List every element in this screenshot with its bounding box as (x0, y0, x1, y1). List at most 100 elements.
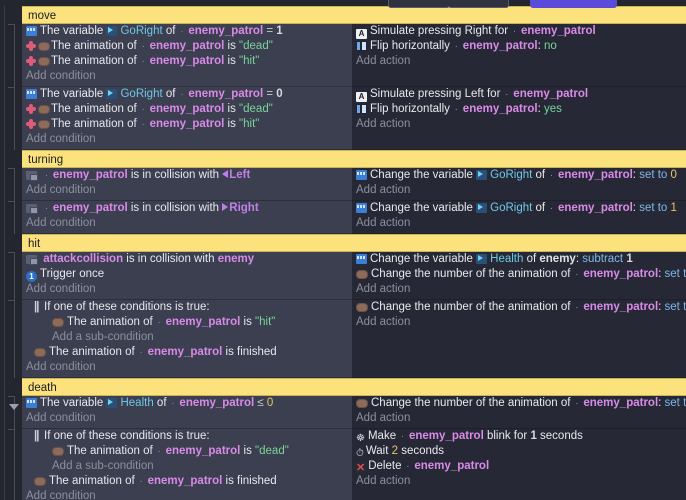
conditions-column[interactable]: · enemy_patrol is in collision with Righ… (22, 201, 352, 234)
gutter-rail (14, 429, 15, 500)
add-condition-button[interactable]: Add condition (22, 360, 352, 375)
conditions-column[interactable]: The variable Health of · enemy_patrol ≤ … (22, 396, 352, 429)
text-fragment: 0 (276, 88, 283, 100)
action-line[interactable]: Flip horizontally · enemy_patrol: yes (352, 102, 686, 117)
animation-icon (34, 348, 46, 357)
conditions-column[interactable]: The variable GoRight of · enemy_patrol =… (22, 24, 352, 87)
group-header-hit[interactable]: hit (22, 234, 686, 252)
add-condition-button[interactable]: Add condition (22, 132, 352, 147)
toolbar-button-a[interactable] (388, 0, 450, 8)
condition-line[interactable]: The animation of · enemy_patrol is "hit" (22, 54, 352, 69)
actions-column[interactable]: Change the variable Health of enemy: sub… (352, 252, 686, 300)
action-line[interactable]: Change the variable GoRight of · enemy_p… (352, 168, 686, 183)
condition-line[interactable]: The variable GoRight of · enemy_patrol =… (22, 24, 352, 39)
add-sub-condition-button[interactable]: Add a sub-condition (22, 459, 352, 474)
variable-icon (356, 170, 367, 180)
text-fragment: GoRight (490, 202, 533, 214)
action-line[interactable]: ✕ Delete · enemy_patrol (352, 459, 686, 474)
actions-column[interactable]: Change the number of the animation of · … (352, 300, 686, 378)
sub-condition-line[interactable]: The animation of · enemy_patrol is "dead… (22, 444, 352, 459)
add-condition-button[interactable]: Add condition (22, 489, 352, 500)
text-fragment: Delete (368, 460, 402, 472)
conditions-column[interactable]: || If one of these conditions is true: The… (22, 300, 352, 378)
add-action-button[interactable]: Add action (352, 282, 686, 297)
text-fragment: The variable (40, 88, 107, 100)
add-action-button[interactable]: Add action (352, 183, 686, 198)
text-fragment: GoRight (120, 88, 163, 100)
condition-line[interactable]: The animation of · enemy_patrol is finis… (22, 474, 352, 489)
add-action-button[interactable]: Add action (352, 411, 686, 426)
actions-column[interactable]: ☸ Make · enemy_patrol blink for 1 seconds… (352, 429, 686, 500)
actions-column[interactable]: A Simulate pressing Left for · enemy_patr… (352, 87, 686, 150)
condition-line[interactable]: attackcollision is in collision with ene… (22, 252, 352, 267)
text-fragment: · (136, 347, 146, 358)
condition-line[interactable]: The animation of · enemy_patrol is "dead… (22, 39, 352, 54)
text-fragment: of (162, 25, 176, 37)
conditions-column[interactable]: The variable GoRight of · enemy_patrol =… (22, 87, 352, 150)
wait-icon: ⏱ (356, 448, 364, 459)
add-action-button[interactable]: Add action (352, 117, 686, 132)
toolbar-button-b[interactable] (448, 0, 509, 8)
animation-icon (34, 477, 46, 486)
actions-column[interactable]: A Simulate pressing Right for · enemy_pat… (352, 24, 686, 87)
text-fragment: enemy_patrol (188, 25, 264, 37)
text-fragment: · (572, 398, 582, 409)
condition-line[interactable]: 1 Trigger once (22, 267, 352, 282)
conditions-column[interactable]: · enemy_patrol is in collision with Left… (22, 168, 352, 201)
add-condition-button[interactable]: Add condition (22, 69, 352, 84)
add-action-button[interactable]: Add action (352, 54, 686, 69)
action-line[interactable]: Change the number of the animation of · … (352, 396, 686, 411)
events-sheet[interactable]: move The variable GoRight of · enemy_patr… (0, 6, 686, 500)
action-line[interactable]: Change the variable Health of enemy: sub… (352, 252, 686, 267)
add-condition-button[interactable]: Add condition (22, 183, 352, 198)
actions-column[interactable]: Change the number of the animation of · … (352, 396, 686, 429)
action-line[interactable]: ⏱ Wait 2 seconds (352, 444, 686, 459)
action-line[interactable]: Flip horizontally · enemy_patrol: no (352, 39, 686, 54)
group-header-turning[interactable]: turning (22, 150, 686, 168)
text-fragment: The variable (40, 25, 107, 37)
condition-line[interactable]: · enemy_patrol is in collision with Righ… (22, 201, 352, 216)
flip-icon (356, 104, 367, 114)
collapse-toggle-icon[interactable] (9, 404, 19, 410)
text-fragment: = (263, 88, 277, 100)
condition-line[interactable]: The variable Health of · enemy_patrol ≤ … (22, 396, 352, 411)
add-action-button[interactable]: Add action (352, 474, 686, 489)
action-line[interactable]: A Simulate pressing Right for · enemy_pat… (352, 24, 686, 39)
action-line[interactable]: A Simulate pressing Left for · enemy_patr… (352, 87, 686, 102)
add-condition-button[interactable]: Add condition (22, 411, 352, 426)
text-fragment: · (502, 89, 512, 100)
add-condition-button[interactable]: Add condition (22, 216, 352, 231)
text-fragment: enemy_patrol (583, 301, 659, 313)
condition-line[interactable]: · enemy_patrol is in collision with Left (22, 168, 352, 183)
key-icon: A (356, 92, 367, 102)
conditions-column[interactable]: attackcollision is in collision with ene… (22, 252, 352, 300)
actions-column[interactable]: Change the variable GoRight of · enemy_p… (352, 201, 686, 234)
action-line[interactable]: Change the variable GoRight of · enemy_p… (352, 201, 686, 216)
group-header-death[interactable]: death (22, 378, 686, 396)
add-action-button[interactable]: Add action (352, 216, 686, 231)
or-block-title[interactable]: || If one of these conditions is true: (22, 300, 352, 315)
conditions-column[interactable]: || If one of these conditions is true: The… (22, 429, 352, 500)
sub-condition-line[interactable]: The animation of · enemy_patrol is "hit" (22, 315, 352, 330)
group-header-move[interactable]: move (22, 6, 686, 24)
text-fragment: enemy_patrol (558, 202, 633, 214)
add-condition-button[interactable]: Add condition (22, 282, 352, 297)
text-fragment: subtract (582, 253, 627, 265)
add-sub-condition-button[interactable]: Add a sub-condition (22, 330, 352, 345)
add-action-button[interactable]: Add action (352, 315, 686, 330)
gutter-tick (8, 87, 15, 88)
condition-line[interactable]: The animation of · enemy_patrol is "hit" (22, 117, 352, 132)
actions-column[interactable]: Change the variable GoRight of · enemy_p… (352, 168, 686, 201)
action-line[interactable]: Change the number of the animation of · … (352, 267, 686, 282)
variable-icon (26, 89, 37, 99)
text-fragment: · (138, 56, 148, 67)
action-line[interactable]: Change the number of the animation of · … (352, 300, 686, 315)
condition-line[interactable]: The animation of · enemy_patrol is "dead… (22, 102, 352, 117)
toolbar-primary-button[interactable] (530, 0, 617, 8)
condition-line[interactable]: The animation of · enemy_patrol is finis… (22, 345, 352, 360)
text-fragment: · (168, 398, 178, 409)
text-fragment: is finished (222, 475, 277, 487)
or-block-title[interactable]: || If one of these conditions is true: (22, 429, 352, 444)
condition-line[interactable]: The variable GoRight of · enemy_patrol =… (22, 87, 352, 102)
action-line[interactable]: ☸ Make · enemy_patrol blink for 1 seconds (352, 429, 686, 444)
